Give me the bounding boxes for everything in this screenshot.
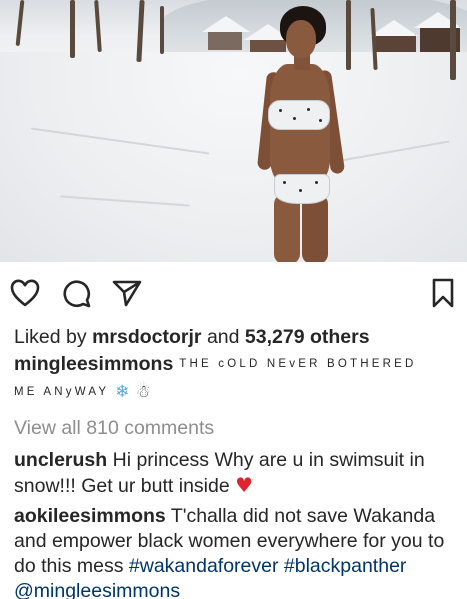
- head: [286, 20, 316, 58]
- leg: [302, 194, 328, 262]
- post-details: Liked by mrsdoctorjr and 53,279 others m…: [14, 322, 460, 599]
- mention-link[interactable]: @mingleesimmons: [14, 580, 180, 599]
- post-action-bar: [0, 262, 467, 320]
- leg: [274, 194, 300, 262]
- post-caption: mingleesimmons THE cOLD NEvER BOTHERED ME…: [14, 352, 460, 407]
- heart-outline-icon: [10, 279, 40, 307]
- likes-summary: Liked by mrsdoctorjr and 53,279 others: [14, 322, 460, 352]
- post-photo[interactable]: [0, 0, 467, 262]
- tree: [450, 0, 456, 80]
- swimsuit-bottom: [274, 174, 330, 204]
- tree: [160, 6, 164, 54]
- swimsuit-top: [268, 100, 330, 130]
- caption-text-line2: ME ANyWAY: [14, 385, 110, 398]
- liked-by-user-link[interactable]: mrsdoctorjr: [92, 326, 201, 348]
- snowflake-icon: ❄: [115, 381, 130, 402]
- speech-bubble-icon: [63, 280, 91, 308]
- tree: [94, 0, 102, 53]
- comment-button[interactable]: [60, 276, 94, 310]
- comment-username-link[interactable]: aokileesimmons: [14, 505, 166, 527]
- hashtag-link[interactable]: #blackpanther: [284, 555, 407, 577]
- snow-field: [0, 52, 467, 262]
- save-button[interactable]: [426, 276, 460, 310]
- view-all-comments-link[interactable]: View all 810 comments: [14, 413, 460, 443]
- red-heart-icon: ♥: [235, 473, 254, 497]
- like-button[interactable]: [8, 276, 42, 310]
- share-button[interactable]: [110, 276, 144, 310]
- comment-username-link[interactable]: unclerush: [14, 449, 107, 471]
- likes-prefix: Liked by: [14, 326, 87, 348]
- chalet: [202, 16, 250, 50]
- snowman-icon: ☃: [135, 381, 151, 402]
- likes-conjunction: and: [206, 326, 240, 348]
- caption-username-link[interactable]: mingleesimmons: [14, 353, 173, 375]
- comment-item: aokileesimmons T'challa did not save Wak…: [14, 504, 460, 599]
- tree: [70, 0, 75, 58]
- bookmark-icon: [432, 278, 454, 308]
- hashtag-link[interactable]: #wakandaforever: [129, 555, 279, 577]
- caption-text-line1: THE cOLD NEvER BOTHERED: [179, 358, 417, 370]
- tree: [15, 0, 25, 47]
- comment-item: unclerush Hi princess Why are u in swims…: [14, 448, 460, 499]
- likes-count-link[interactable]: 53,279 others: [245, 326, 370, 348]
- person-figure: [256, 6, 350, 262]
- paper-plane-icon: [112, 280, 142, 307]
